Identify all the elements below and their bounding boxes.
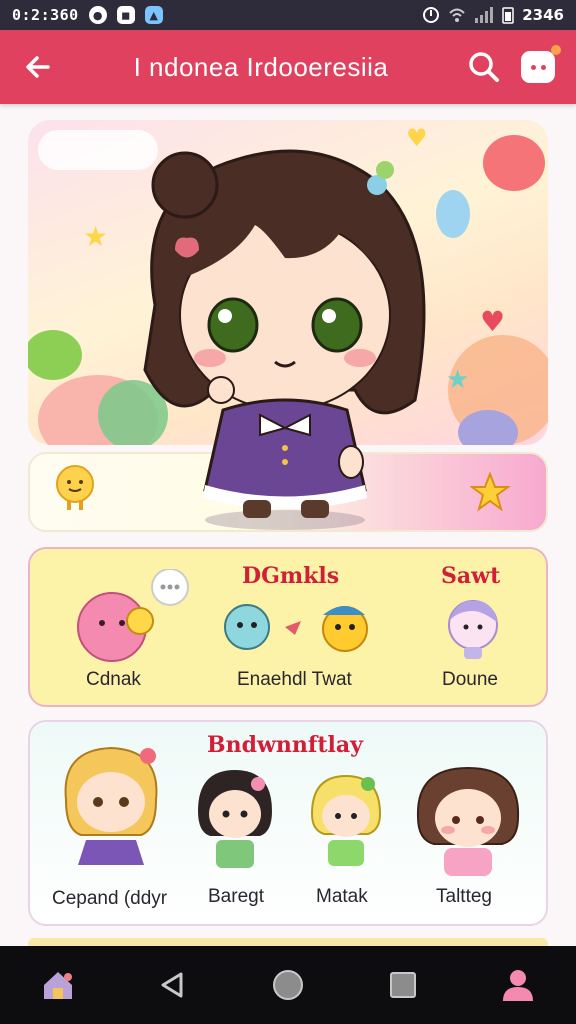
nav-profile[interactable] (490, 957, 546, 1013)
balloon-red (483, 135, 545, 191)
clover-girl-character-icon (310, 774, 382, 866)
pink-blob-character-icon (77, 568, 189, 662)
section-one-item-label: Cdnak (86, 669, 141, 690)
app-bar: I ndonea Irdooeresiia (0, 30, 576, 104)
gallery-icon: ▲ (144, 6, 163, 24)
status-right: 2346 (422, 6, 564, 24)
signal-icon (475, 7, 494, 23)
chibi-girl-illustration (143, 149, 426, 530)
section-two-item-label: Baregt (208, 886, 264, 907)
page-title: I ndonea Irdooeresiia (133, 51, 389, 82)
section-two-heading: Bndwnnftlay (207, 732, 363, 758)
section-two-item-1[interactable]: Cepand (ddyr (50, 740, 180, 920)
dark-hair-girl-character-icon (198, 770, 272, 868)
section-one-card: DGmkls Sawt Cdnak Enaehdl Twat Doune (28, 547, 548, 707)
nav-back[interactable] (145, 957, 201, 1013)
section-one-item-1[interactable]: Cdnak (60, 568, 200, 699)
chat-bubble-icon (521, 45, 561, 83)
status-clock: 2346 (522, 6, 564, 24)
section-one-item-2[interactable]: Enaehdl Twat (215, 597, 385, 697)
back-button[interactable] (18, 47, 58, 87)
shield-icon: ● (88, 6, 107, 24)
chat-eye-left (530, 64, 536, 70)
chat-button[interactable] (518, 45, 561, 87)
section-two-item-2[interactable]: Baregt (190, 766, 290, 920)
section-one-item-label: Enaehdl Twat (237, 669, 352, 690)
blonde-girl-character-icon (64, 746, 158, 865)
section-two-card: Bndwnnftlay Cepand (ddyr Baregt Matak Ta… (28, 720, 548, 926)
recents-square-icon (390, 972, 417, 998)
section-one-item-label: Doune (442, 669, 498, 690)
lilac-character-icon (448, 600, 498, 659)
star-decoration: ★ (83, 220, 109, 253)
status-left: 0:2:360 ● ◼ ▲ (12, 6, 163, 24)
status-time: 0:2:360 (12, 6, 79, 24)
section-one-heading-right: Sawt (441, 563, 501, 589)
section-two-item-label: Matak (316, 886, 368, 907)
photo-icon: ◼ (116, 6, 135, 24)
nav-home[interactable] (260, 957, 316, 1013)
alarm-icon (423, 7, 440, 23)
search-button[interactable] (464, 47, 504, 87)
next-section-peek (28, 938, 548, 946)
green-creature (28, 330, 82, 380)
section-two-item-4[interactable]: Taltteg (410, 762, 535, 920)
section-two-item-label: Cepand (ddyr (52, 888, 168, 909)
system-nav-bar (0, 946, 576, 1024)
wifi-icon (449, 8, 465, 22)
home-circle-icon (272, 970, 303, 1000)
section-two-item-label: Taltteg (436, 886, 492, 907)
section-one-item-3[interactable]: Doune (426, 595, 536, 695)
section-two-item-3[interactable]: Matak (302, 772, 402, 920)
profile-icon (503, 970, 534, 1001)
chat-eye-right (540, 64, 546, 70)
nav-recents[interactable] (375, 957, 431, 1013)
search-icon (469, 52, 499, 82)
notification-dot (551, 45, 561, 55)
section-one-heading-left: DGmkls (242, 563, 340, 589)
battery-icon (502, 7, 514, 24)
sun-mascot-icon (56, 465, 94, 510)
star-icon (470, 472, 510, 512)
heart-decoration-2: ♥ (480, 305, 506, 338)
nav-home-app[interactable] (30, 957, 86, 1013)
home-icon (43, 972, 72, 999)
back-triangle-icon (161, 972, 183, 998)
arrow-left-icon (26, 56, 50, 78)
status-bar: 0:2:360 ● ◼ ▲ 2346 (0, 0, 576, 30)
blob-pair-character-icon (224, 604, 368, 652)
brown-hair-girl-character-icon (416, 766, 520, 876)
